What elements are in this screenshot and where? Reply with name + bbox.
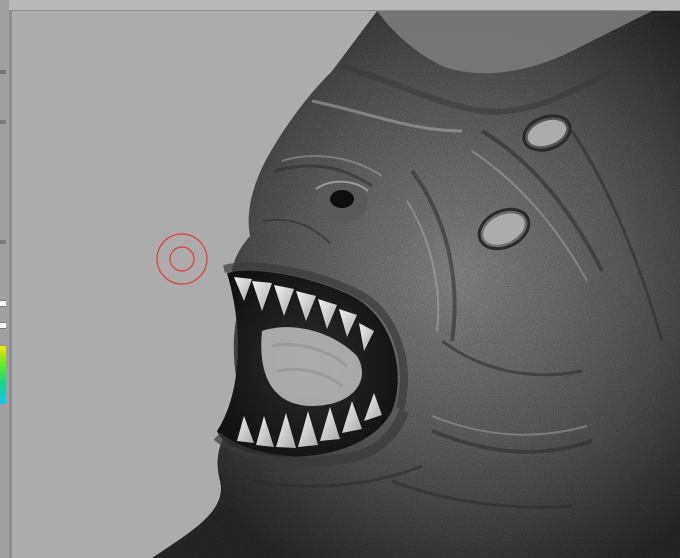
panel-handle[interactable] (0, 240, 6, 244)
3d-viewport-canvas[interactable] (12, 11, 680, 558)
panel-handle[interactable] (0, 70, 6, 74)
viewport-top-border (9, 0, 680, 11)
sculpt-app-window (0, 0, 680, 558)
creature-head-model[interactable] (12, 11, 680, 558)
secondary-color-swatch[interactable] (0, 322, 6, 329)
color-gradient-icon[interactable] (0, 346, 6, 404)
brush-circle-icon (156, 233, 208, 285)
panel-handle[interactable] (0, 120, 6, 124)
primary-color-swatch[interactable] (0, 300, 6, 307)
